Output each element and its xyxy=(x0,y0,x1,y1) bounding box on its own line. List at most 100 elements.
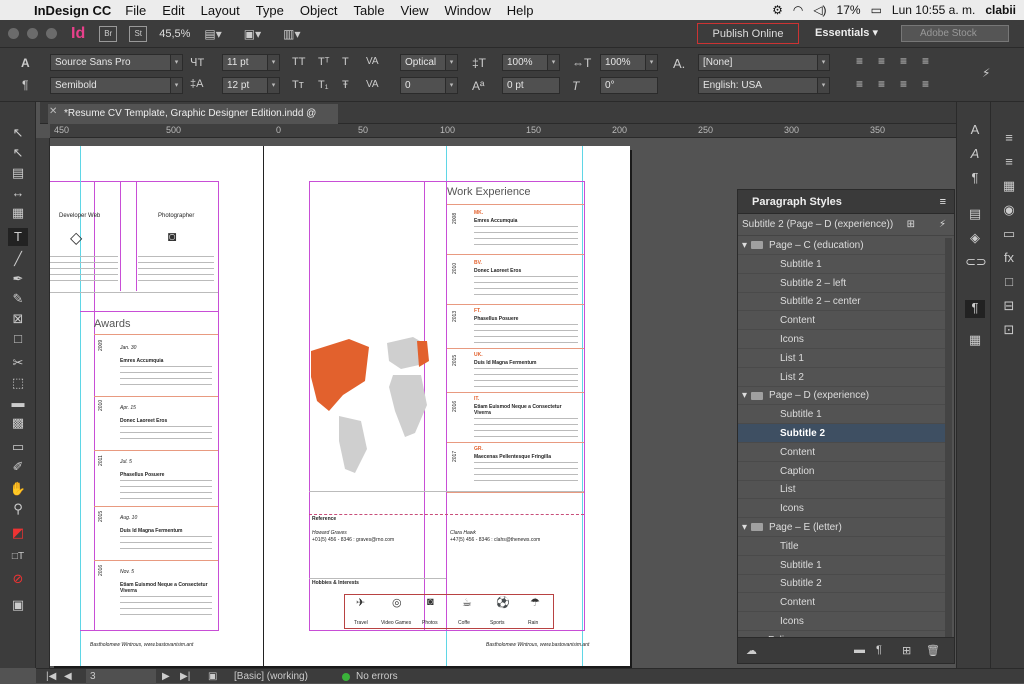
style-row[interactable]: Content xyxy=(738,443,946,462)
justify-center-icon[interactable]: ≡ xyxy=(878,77,885,91)
menu-object[interactable]: Object xyxy=(300,3,338,18)
vertical-ruler[interactable] xyxy=(36,138,50,668)
align-left-icon[interactable]: ≡ xyxy=(856,54,863,68)
menu-file[interactable]: File xyxy=(125,3,146,18)
gradient-icon[interactable]: ▭ xyxy=(999,226,1019,244)
underline-icon[interactable]: T xyxy=(342,56,349,68)
gradient-swatch-tool-icon[interactable]: ▬ xyxy=(8,394,28,412)
paragraph-icon[interactable]: ¶ xyxy=(965,170,985,188)
disclosure-triangle-icon[interactable]: ▾ xyxy=(742,390,747,401)
all-caps-icon[interactable]: TT xyxy=(292,56,305,68)
horizontal-ruler[interactable]: 450 500 0 50 100 150 200 250 300 350 xyxy=(50,124,956,138)
formatting-affects-icon[interactable]: □T xyxy=(8,548,28,566)
effects-icon[interactable]: fx xyxy=(999,250,1019,268)
screen-mode-icon[interactable]: ▣▾ xyxy=(244,27,261,41)
leading-field[interactable]: 12 pt ▾ xyxy=(222,77,280,94)
style-row[interactable]: Icons xyxy=(738,499,946,519)
skew-field[interactable]: 0° xyxy=(600,77,658,94)
disclosure-triangle-icon[interactable]: ▾ xyxy=(742,522,747,533)
font-size-field[interactable]: 11 pt ▾ xyxy=(222,54,280,71)
style-row[interactable]: Subtitle 1 xyxy=(738,556,946,575)
battery-label[interactable]: 17% xyxy=(837,3,861,17)
vertical-scale-field[interactable]: 100% ▾ xyxy=(502,54,560,71)
screen-mode-tool-icon[interactable]: ▣ xyxy=(8,596,28,614)
window-close-button[interactable] xyxy=(8,28,19,39)
style-group-row[interactable]: ▾ Page – E (letter) xyxy=(738,518,946,537)
window-minimize-button[interactable] xyxy=(27,28,38,39)
align-away-spine-icon[interactable]: ≡ xyxy=(922,54,929,68)
hand-tool-icon[interactable]: ✋ xyxy=(8,480,28,498)
menu-view[interactable]: View xyxy=(401,3,429,18)
panel-menu-icon[interactable]: ≡ xyxy=(940,196,946,208)
style-row[interactable]: Subtitle 1 xyxy=(738,255,946,274)
menu-window[interactable]: Window xyxy=(445,3,491,18)
align-icon[interactable]: ⊟ xyxy=(999,298,1019,316)
preflight-errors[interactable]: No errors xyxy=(356,669,398,684)
menu-help[interactable]: Help xyxy=(507,3,534,18)
layers-icon[interactable]: ◈ xyxy=(965,230,985,248)
font-style-field[interactable]: Semibold ▾ xyxy=(50,77,183,94)
style-row[interactable]: Subtitle 2 xyxy=(738,574,946,594)
bridge-button[interactable]: Br xyxy=(99,25,118,42)
open-page-icon[interactable]: ▣ xyxy=(208,669,217,684)
character-styles-icon[interactable]: A xyxy=(965,122,985,140)
rectangle-tool-icon[interactable]: □ xyxy=(8,330,28,348)
style-row[interactable]: Title xyxy=(738,537,946,556)
volume-icon[interactable]: ◁) xyxy=(813,3,826,17)
trash-icon[interactable]: 🗑 xyxy=(926,644,940,657)
user-menu[interactable]: clabii xyxy=(985,3,1016,17)
stock-button[interactable]: St xyxy=(129,25,148,42)
stroke-icon[interactable]: ≡ xyxy=(999,154,1019,172)
app-menu[interactable]: InDesign CC xyxy=(34,3,111,18)
gear-status-icon[interactable]: ⚙ xyxy=(772,3,783,17)
menu-table[interactable]: Table xyxy=(353,3,384,18)
style-row[interactable]: Icons xyxy=(738,330,946,349)
font-family-field[interactable]: Source Sans Pro ▾ xyxy=(50,54,183,71)
kerning-field[interactable]: Optical ▾ xyxy=(400,54,458,71)
quick-apply-icon[interactable]: ⚡ xyxy=(982,66,990,80)
object-styles-icon[interactable]: □ xyxy=(999,274,1019,292)
paragraph-styles-icon[interactable]: ¶ xyxy=(965,300,985,318)
clear-overrides-icon[interactable]: ¶ xyxy=(876,644,882,656)
pages-icon[interactable]: ▤ xyxy=(965,206,985,224)
folder-icon[interactable]: ▬ xyxy=(854,644,865,656)
publish-online-button[interactable]: Publish Online xyxy=(697,23,799,44)
links-icon[interactable]: ⊂⊃ xyxy=(965,254,987,272)
preflight-profile[interactable]: [Basic] (working) xyxy=(234,669,308,684)
page-right[interactable]: Work Experience 2008 2010 2013 2015 2016… xyxy=(264,146,630,666)
properties-icon[interactable]: ≡ xyxy=(999,130,1019,148)
battery-icon[interactable]: ▭ xyxy=(871,3,882,17)
workspace-switcher[interactable]: Essentials ▾ xyxy=(815,26,878,39)
style-row[interactable]: Content xyxy=(738,593,946,613)
justify-all-icon[interactable]: ≡ xyxy=(922,77,929,91)
arrange-documents-icon[interactable]: ▥▾ xyxy=(283,27,300,41)
panel-scrollbar[interactable] xyxy=(945,238,952,638)
justify-left-icon[interactable]: ≡ xyxy=(856,77,863,91)
view-options-icon[interactable]: ▤▾ xyxy=(204,27,221,41)
table-styles-icon[interactable]: ▦ xyxy=(965,332,985,350)
zoom-level[interactable]: 45,5% xyxy=(159,28,190,40)
style-row[interactable]: Caption xyxy=(738,462,946,481)
gap-tool-icon[interactable]: ↔ xyxy=(8,184,28,202)
strikethrough-icon[interactable]: Ŧ xyxy=(342,79,349,91)
style-row[interactable]: Subtitle 2 xyxy=(738,424,946,443)
next-page-icon[interactable]: ▶ xyxy=(162,669,170,684)
gradient-feather-tool-icon[interactable]: ▩ xyxy=(8,414,28,432)
style-row[interactable]: List 2 xyxy=(738,368,946,387)
style-row[interactable]: List xyxy=(738,480,946,500)
menu-layout[interactable]: Layout xyxy=(201,3,240,18)
pen-tool-icon[interactable]: ✒ xyxy=(8,270,28,288)
style-row[interactable]: List 1 xyxy=(738,349,946,368)
align-center-icon[interactable]: ≡ xyxy=(878,54,885,68)
character-style-field[interactable]: [None] ▾ xyxy=(698,54,830,71)
prev-page-icon[interactable]: ◀ xyxy=(64,669,72,684)
document-tab[interactable]: *Resume CV Template, Graphic Designer Ed… xyxy=(48,104,338,139)
panel-header[interactable]: Paragraph Styles ≡ xyxy=(738,190,954,214)
quick-apply-icon[interactable]: ⚡ xyxy=(939,219,946,230)
selection-tool-icon[interactable]: ↖ xyxy=(8,124,28,142)
style-group-row[interactable]: ▾ Page – C (education) xyxy=(738,236,946,255)
line-tool-icon[interactable]: ╱ xyxy=(8,250,28,268)
apply-none-icon[interactable]: ⊘ xyxy=(8,570,28,588)
create-style-icon[interactable]: ⊞ xyxy=(902,644,911,657)
rectangle-frame-tool-icon[interactable]: ⊠ xyxy=(8,310,28,328)
